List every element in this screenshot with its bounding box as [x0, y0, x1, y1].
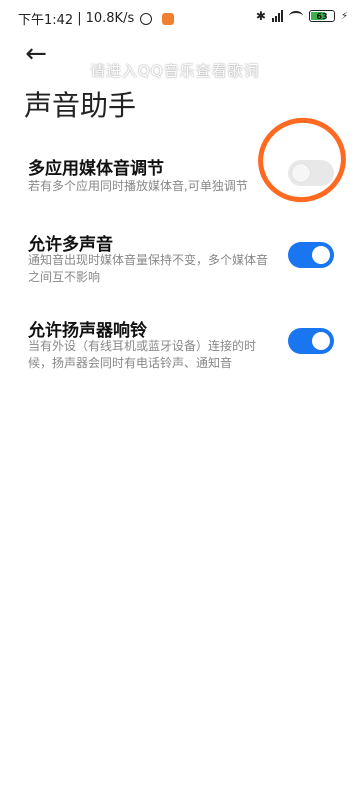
charging-icon: ⚡ [340, 10, 348, 22]
allow-multiple-sounds-toggle[interactable] [288, 242, 334, 268]
back-arrow-icon: ← [25, 39, 47, 69]
battery-icon: 63 [308, 10, 335, 22]
setting-title: 多应用媒体音调节 [28, 159, 164, 179]
signal-icon [271, 10, 283, 22]
setting-allow-multiple-sounds: 允许多声音 通知音出现时媒体音量保持不变，多个媒体音之间互不影响 [0, 230, 360, 290]
wifi-icon [288, 11, 303, 21]
status-time: 下午1:42 [18, 13, 74, 28]
toggle-knob [312, 246, 330, 264]
battery-level: 63 [316, 11, 328, 21]
toggle-knob [312, 332, 330, 350]
status-left: 下午1:42 | 10.8K/s [18, 9, 175, 28]
status-bar: 下午1:42 | 10.8K/s ✱ 63 ⚡ [0, 0, 360, 34]
bluetooth-icon: ✱ [255, 9, 266, 23]
status-separator: | [77, 11, 82, 26]
app-notification-icon [162, 12, 175, 25]
status-right: ✱ 63 ⚡ [256, 9, 348, 23]
setting-description: 当有外设（有线耳机或蓝牙设备）连接的时候，扬声器会同时有电话铃声、通知音 [28, 339, 257, 370]
network-speed: 10.8K/s [85, 11, 135, 26]
alarm-icon [140, 12, 153, 25]
page-title: 声音助手 [24, 89, 137, 122]
back-button[interactable]: ← [20, 38, 52, 70]
setting-description: 若有多个应用同时播放媒体音,可单独调节 [28, 179, 248, 193]
setting-multi-app-media-volume: 多应用媒体音调节 若有多个应用同时播放媒体音,可单独调节 [0, 154, 360, 214]
multi-app-media-volume-toggle[interactable] [288, 160, 334, 186]
setting-allow-speaker-ringing: 允许扬声器响铃 当有外设（有线耳机或蓝牙设备）连接的时候，扬声器会同时有电话铃声… [0, 316, 360, 376]
toggle-knob [292, 164, 310, 182]
setting-description: 通知音出现时媒体音量保持不变，多个媒体音之间互不影响 [28, 253, 269, 284]
lyrics-overlay-text[interactable]: 请进入QQ音乐查看歌词 [90, 60, 260, 81]
allow-speaker-ringing-toggle[interactable] [288, 328, 334, 354]
